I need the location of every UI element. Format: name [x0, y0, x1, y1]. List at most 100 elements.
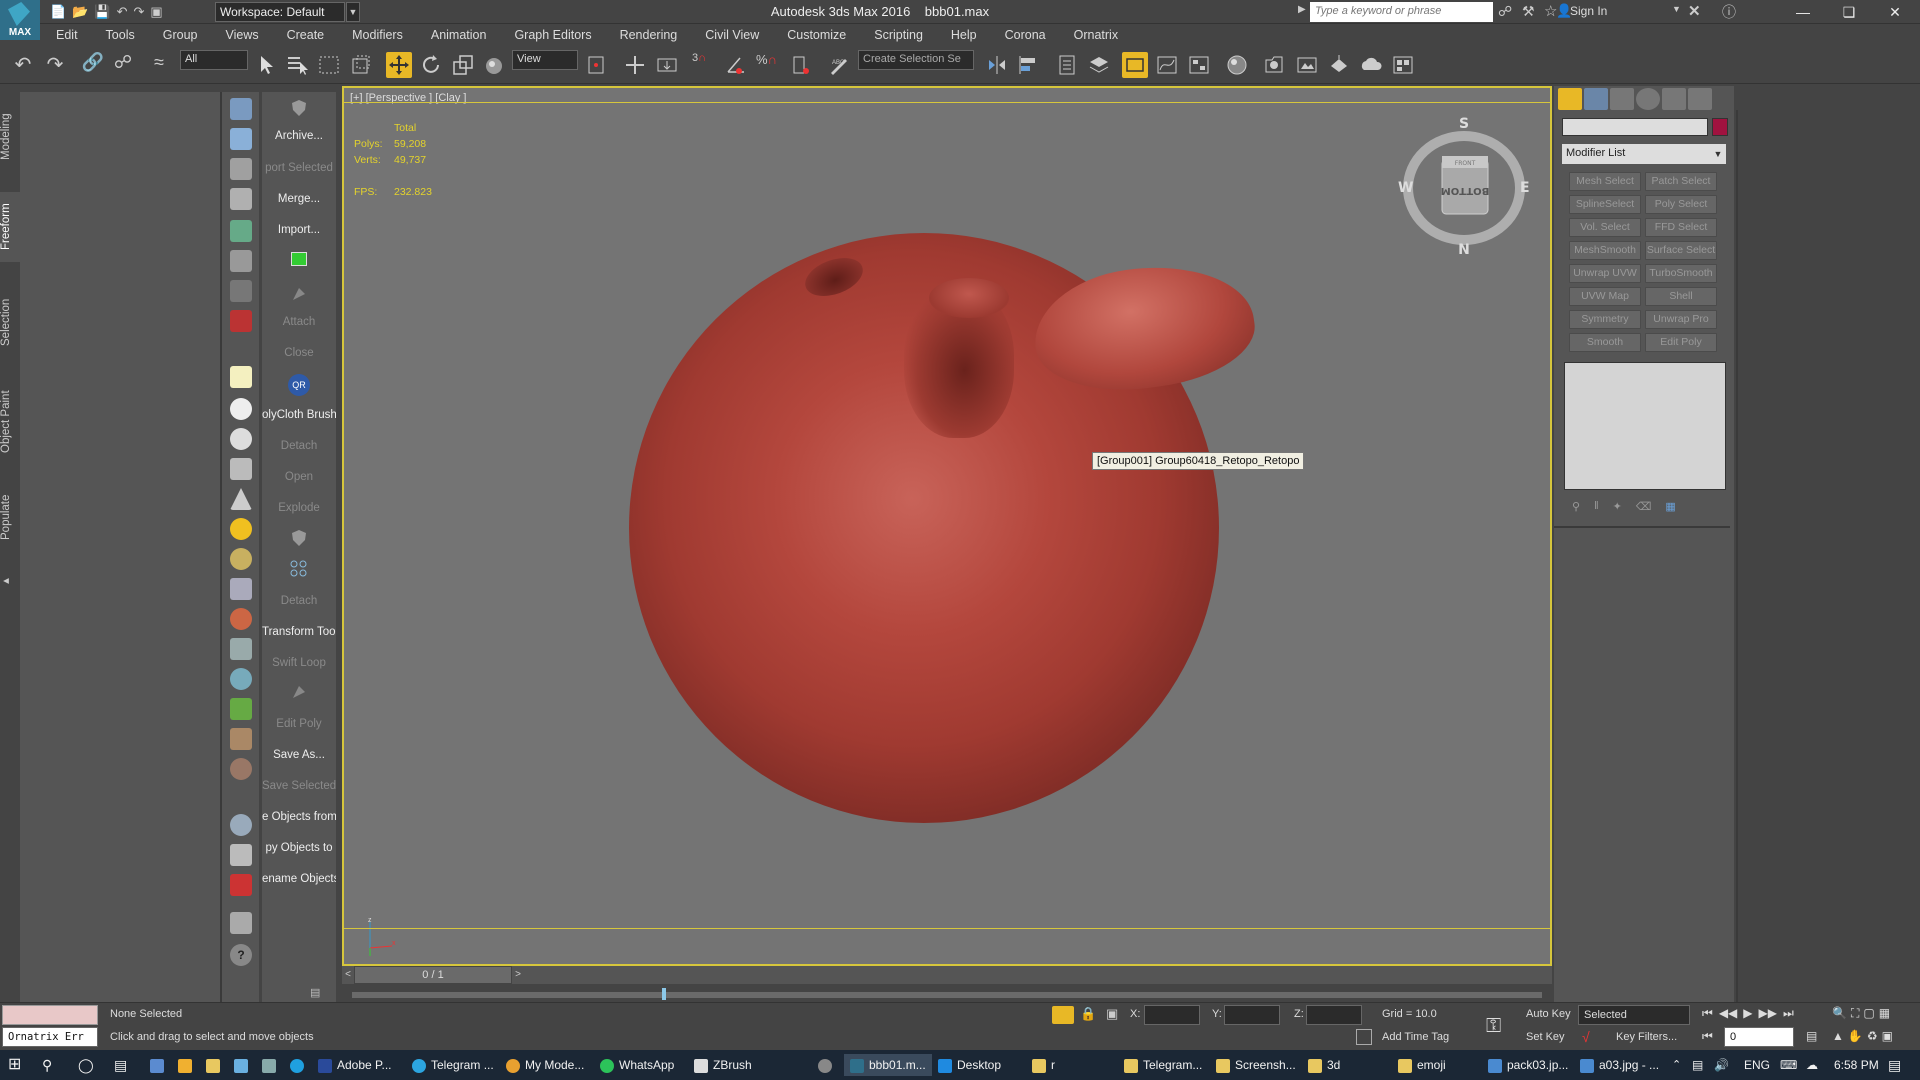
weld-icon[interactable]: [262, 284, 336, 307]
select-manipulate-icon[interactable]: [622, 52, 648, 78]
key-filter-icon[interactable]: √: [1582, 1029, 1590, 1045]
sun-light-icon[interactable]: [230, 518, 252, 540]
display-tab-icon[interactable]: [1662, 88, 1686, 110]
meshsmooth-button[interactable]: MeshSmooth: [1569, 241, 1641, 260]
binoculars-icon[interactable]: ☍: [1498, 3, 1512, 20]
set-key-button[interactable]: Set Key: [1526, 1031, 1565, 1043]
set-key-mode-icon[interactable]: ⚿: [1486, 1015, 1501, 1038]
mini-curve-editor-icon[interactable]: ▤: [310, 986, 332, 999]
explode-button[interactable]: Explode: [262, 502, 336, 514]
scene-explorer-icon[interactable]: [1054, 52, 1080, 78]
taskbar-adobe[interactable]: Adobe P...: [318, 1054, 392, 1076]
track-bar-ruler[interactable]: [352, 992, 1542, 998]
snaps-toggle-icon[interactable]: 3∩: [692, 52, 718, 78]
menu-animation[interactable]: Animation: [417, 28, 501, 42]
angle-snap-icon[interactable]: [724, 52, 750, 78]
select-object-icon[interactable]: [254, 52, 280, 78]
current-frame-input[interactable]: 0: [1724, 1027, 1794, 1047]
modify-tab-icon[interactable]: [1584, 88, 1608, 110]
curve-editor-icon[interactable]: [1154, 52, 1180, 78]
material-sphere-icon[interactable]: [230, 814, 252, 836]
go-to-end-icon[interactable]: ⏭: [1783, 1006, 1794, 1021]
maxscript-mini-listener-top[interactable]: [2, 1005, 98, 1025]
render-frame-icon[interactable]: [230, 128, 252, 150]
cortana-icon[interactable]: ◯: [78, 1054, 94, 1076]
minimize-button[interactable]: —: [1780, 0, 1826, 24]
orbit-icon[interactable]: ♻: [1867, 1029, 1878, 1043]
taskbar-3d-folder[interactable]: 3d: [1308, 1054, 1340, 1076]
menu-civil-view[interactable]: Civil View: [691, 28, 773, 42]
add-time-tag-button[interactable]: Add Time Tag: [1382, 1031, 1449, 1043]
taskbar-desktop[interactable]: Desktop: [938, 1054, 1001, 1076]
ribbon-tab-object-paint[interactable]: Object Paint: [0, 377, 20, 467]
mirror-icon[interactable]: [984, 52, 1010, 78]
search-icon[interactable]: ⚲: [42, 1054, 52, 1076]
workspace-dropdown-icon[interactable]: ▼: [346, 2, 360, 22]
track-bar[interactable]: ▤: [310, 984, 1552, 1004]
track-bar-key-marker[interactable]: [662, 988, 666, 1000]
merge-button[interactable]: Merge...: [262, 193, 336, 205]
object-color-swatch[interactable]: [1712, 118, 1728, 136]
rectangular-selection-icon[interactable]: [316, 52, 342, 78]
green-screen-icon[interactable]: [262, 252, 336, 269]
hair-icon[interactable]: [230, 728, 252, 750]
hierarchy-tab-icon[interactable]: [1610, 88, 1634, 110]
project-folder-icon[interactable]: ▣: [150, 4, 162, 20]
redo-icon[interactable]: ↷: [133, 4, 144, 20]
network-icon[interactable]: ▤: [1692, 1054, 1703, 1076]
zoom-all-icon[interactable]: ⛶: [1851, 1006, 1859, 1021]
particle-flow-icon[interactable]: [230, 608, 252, 630]
taskbar-chrome[interactable]: My Mode...: [506, 1054, 584, 1076]
film-camera-icon[interactable]: [230, 280, 252, 302]
utilities-tab-icon[interactable]: [1688, 88, 1712, 110]
vol-select-button[interactable]: Vol. Select: [1569, 218, 1641, 237]
rendered-frame-window-icon[interactable]: [1294, 52, 1320, 78]
menu-create[interactable]: Create: [273, 28, 339, 42]
redo-icon[interactable]: ↷: [42, 52, 68, 78]
ellipse-shape-icon[interactable]: [230, 398, 252, 420]
motion-tab-icon[interactable]: [1636, 88, 1660, 110]
render-production-icon[interactable]: [1326, 52, 1352, 78]
windows-start-icon[interactable]: ⊞: [8, 1054, 21, 1076]
play-icon[interactable]: ▶: [1743, 1006, 1752, 1021]
save-file-icon[interactable]: 💾: [94, 4, 110, 20]
modifier-list-dropdown-icon[interactable]: ▼: [1710, 144, 1726, 164]
align-icon[interactable]: [1016, 52, 1042, 78]
key-filters-button[interactable]: Key Filters...: [1616, 1031, 1677, 1043]
new-file-icon[interactable]: 📄: [50, 4, 66, 20]
a360-gallery-icon[interactable]: [1390, 52, 1416, 78]
circle-shape-icon[interactable]: [230, 428, 252, 450]
unwrap-uvw-button[interactable]: Unwrap UVW: [1569, 264, 1641, 283]
previous-frame-icon[interactable]: ◀◀: [1719, 1006, 1737, 1021]
menu-edit[interactable]: Edit: [42, 28, 92, 42]
paste-objects-from-button[interactable]: e Objects from: [262, 811, 336, 823]
patch-select-button[interactable]: Patch Select: [1645, 172, 1717, 191]
folder-pinned-icon[interactable]: [206, 1054, 225, 1076]
archive-button[interactable]: Archive...: [262, 130, 336, 142]
menu-group[interactable]: Group: [149, 28, 212, 42]
material-editor-icon[interactable]: [1224, 52, 1250, 78]
detach-button[interactable]: Detach: [262, 440, 336, 452]
teapot-icon[interactable]: [230, 98, 252, 120]
menu-tools[interactable]: Tools: [92, 28, 149, 42]
skype-icon[interactable]: [290, 1054, 309, 1076]
unlink-selection-icon[interactable]: ☍: [110, 52, 136, 78]
uvw-map-button[interactable]: UVW Map: [1569, 287, 1641, 306]
zoom-icon[interactable]: 🔍: [1832, 1006, 1847, 1021]
open-file-icon[interactable]: 📂: [72, 4, 88, 20]
calculator-taskbar-icon[interactable]: [150, 1054, 169, 1076]
shield-icon[interactable]: [262, 98, 336, 120]
taskbar-telegram-folder[interactable]: Telegram...: [1124, 1054, 1202, 1076]
key-mode-toggle-icon[interactable]: ⏮: [1702, 1029, 1713, 1044]
mesh-select-button[interactable]: Mesh Select: [1569, 172, 1641, 191]
ribbon-tab-selection[interactable]: Selection: [0, 287, 20, 357]
poly-select-button[interactable]: Poly Select: [1645, 195, 1717, 214]
app-logo-icon[interactable]: MAX: [0, 0, 40, 40]
smooth-button[interactable]: Smooth: [1569, 333, 1641, 352]
select-and-rotate-icon[interactable]: [418, 52, 444, 78]
show-hidden-icons-icon[interactable]: ⌃: [1672, 1054, 1681, 1076]
world-icon[interactable]: [230, 668, 252, 690]
time-slider-next-icon[interactable]: >: [512, 966, 524, 984]
menu-ornatrix[interactable]: Ornatrix: [1060, 28, 1132, 42]
modifier-stack[interactable]: [1564, 362, 1726, 490]
